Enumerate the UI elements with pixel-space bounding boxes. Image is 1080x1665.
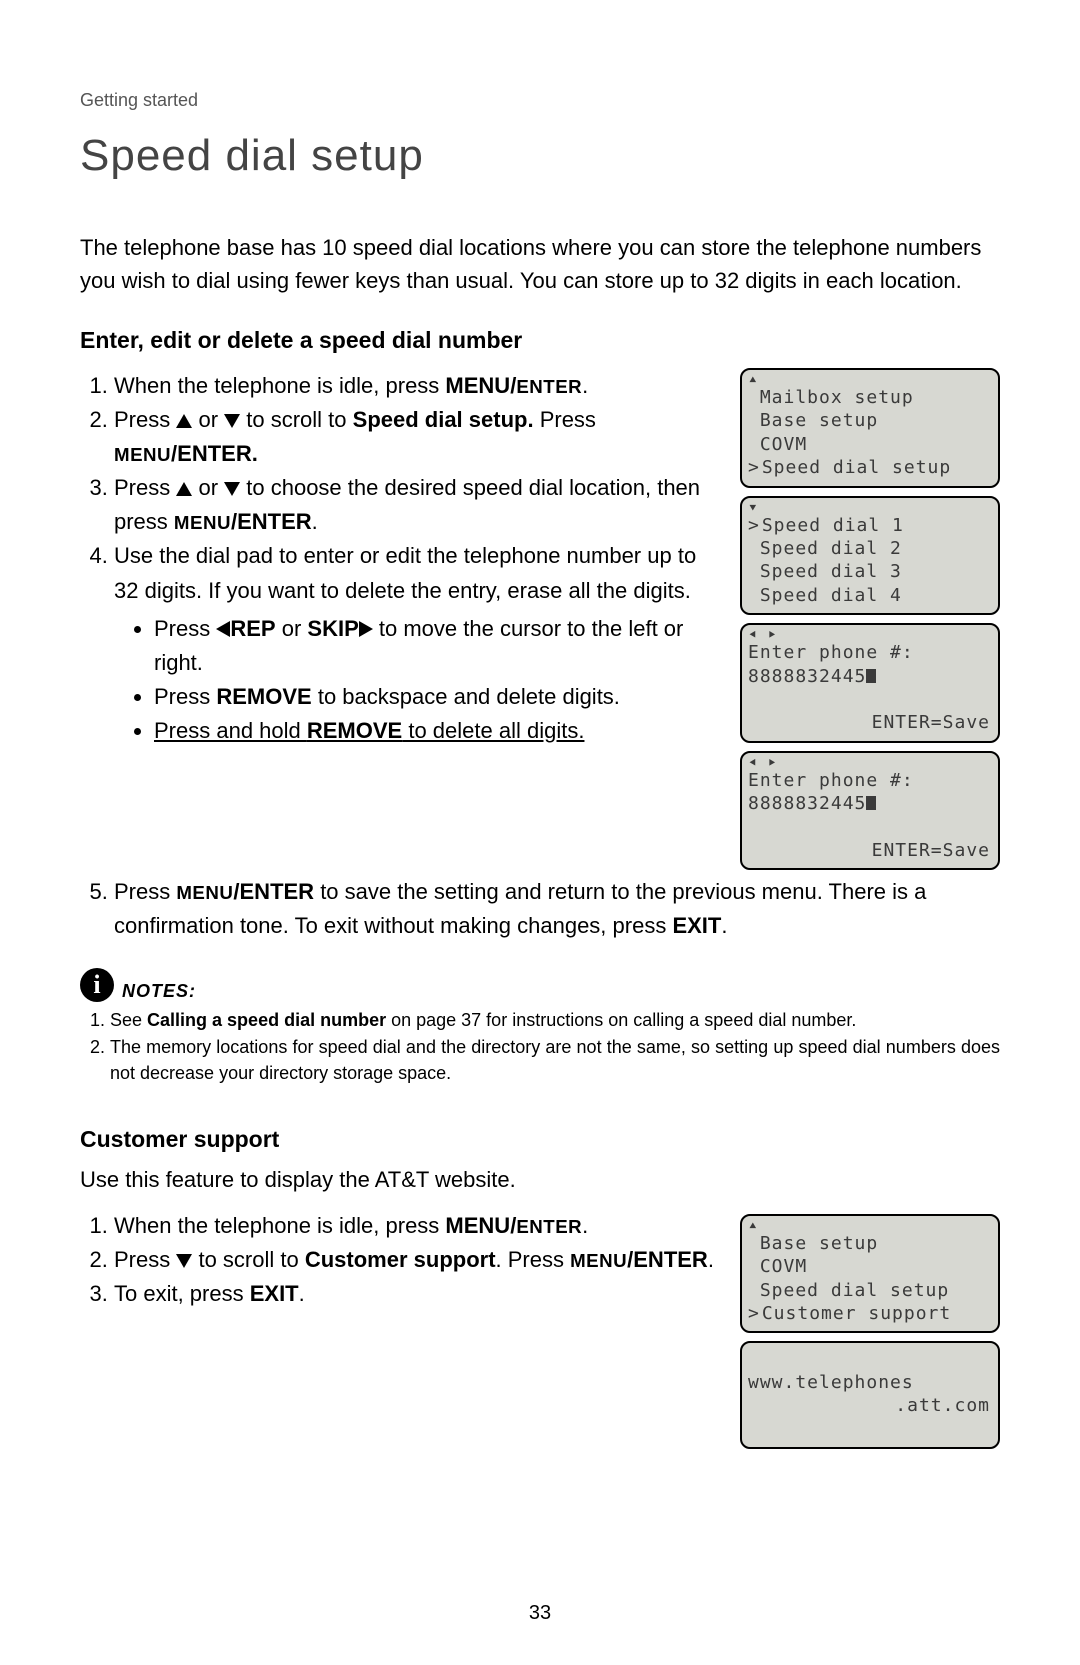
page-title: Speed dial setup (80, 131, 1000, 181)
down-arrow-icon (224, 414, 240, 428)
right-arrow-icon (359, 621, 373, 637)
step-item: Use the dial pad to enter or edit the te… (114, 539, 720, 748)
lcd-screen-enter-phone: ⯇ ⯈ Enter phone #: 8888832445 ENTER=Save (740, 623, 1000, 743)
steps-list-speed-dial-cont: Press MENU/ENTER to save the setting and… (80, 875, 1000, 943)
section-heading-customer-support: Customer support (80, 1126, 1000, 1153)
step-item: When the telephone is idle, press MENU/E… (114, 369, 720, 403)
step-item: When the telephone is idle, press MENU/E… (114, 1209, 720, 1243)
lcd-screen-enter-phone-2: ⯇ ⯈ Enter phone #: 8888832445 ENTER=Save (740, 751, 1000, 871)
up-arrow-icon (176, 414, 192, 428)
sub-step-item: Press and hold REMOVE to delete all digi… (154, 714, 720, 748)
step-item: Press MENU/ENTER to save the setting and… (114, 875, 1000, 943)
steps-list-speed-dial: When the telephone is idle, press MENU/E… (80, 369, 720, 748)
note-item: The memory locations for speed dial and … (110, 1034, 1000, 1086)
sub-step-item: Press REP or SKIP to move the cursor to … (154, 612, 720, 680)
cursor-icon (866, 669, 876, 683)
lcd-screen-speed-dial-list: ⯆ Speed dial 1 Speed dial 2 Speed dial 3… (740, 496, 1000, 616)
customer-support-intro: Use this feature to display the AT&T web… (80, 1163, 1000, 1196)
left-arrow-icon (216, 621, 230, 637)
info-icon: i (80, 968, 114, 1002)
step-item: Press to scroll to Customer support. Pre… (114, 1243, 720, 1277)
note-item: See Calling a speed dial number on page … (110, 1007, 1000, 1033)
intro-paragraph: The telephone base has 10 speed dial loc… (80, 231, 1000, 297)
down-arrow-icon (224, 482, 240, 496)
page-number: 33 (0, 1602, 1080, 1625)
notes-heading: NOTES: (122, 981, 196, 1002)
step-item: Press or to scroll to Speed dial setup. … (114, 403, 720, 471)
notes-list: See Calling a speed dial number on page … (80, 1007, 1000, 1085)
lcd-screen-main-menu: ⯅ Mailbox setup Base setup COVM Speed di… (740, 368, 1000, 488)
step-item: To exit, press EXIT. (114, 1277, 720, 1311)
section-heading-speed-dial: Enter, edit or delete a speed dial numbe… (80, 327, 1000, 354)
step-item: Press or to choose the desired speed dia… (114, 471, 720, 539)
up-arrow-icon (176, 482, 192, 496)
sub-step-item: Press REMOVE to backspace and delete dig… (154, 680, 720, 714)
steps-list-customer-support: When the telephone is idle, press MENU/E… (80, 1209, 720, 1311)
manual-page: Getting started Speed dial setup The tel… (0, 0, 1080, 1665)
down-arrow-icon (176, 1254, 192, 1268)
cursor-icon (866, 796, 876, 810)
lcd-screen-website: www.telephones .att.com (740, 1341, 1000, 1449)
breadcrumb: Getting started (80, 90, 1000, 111)
lcd-screen-customer-support-menu: ⯅ Base setup COVM Speed dial setup Custo… (740, 1214, 1000, 1334)
